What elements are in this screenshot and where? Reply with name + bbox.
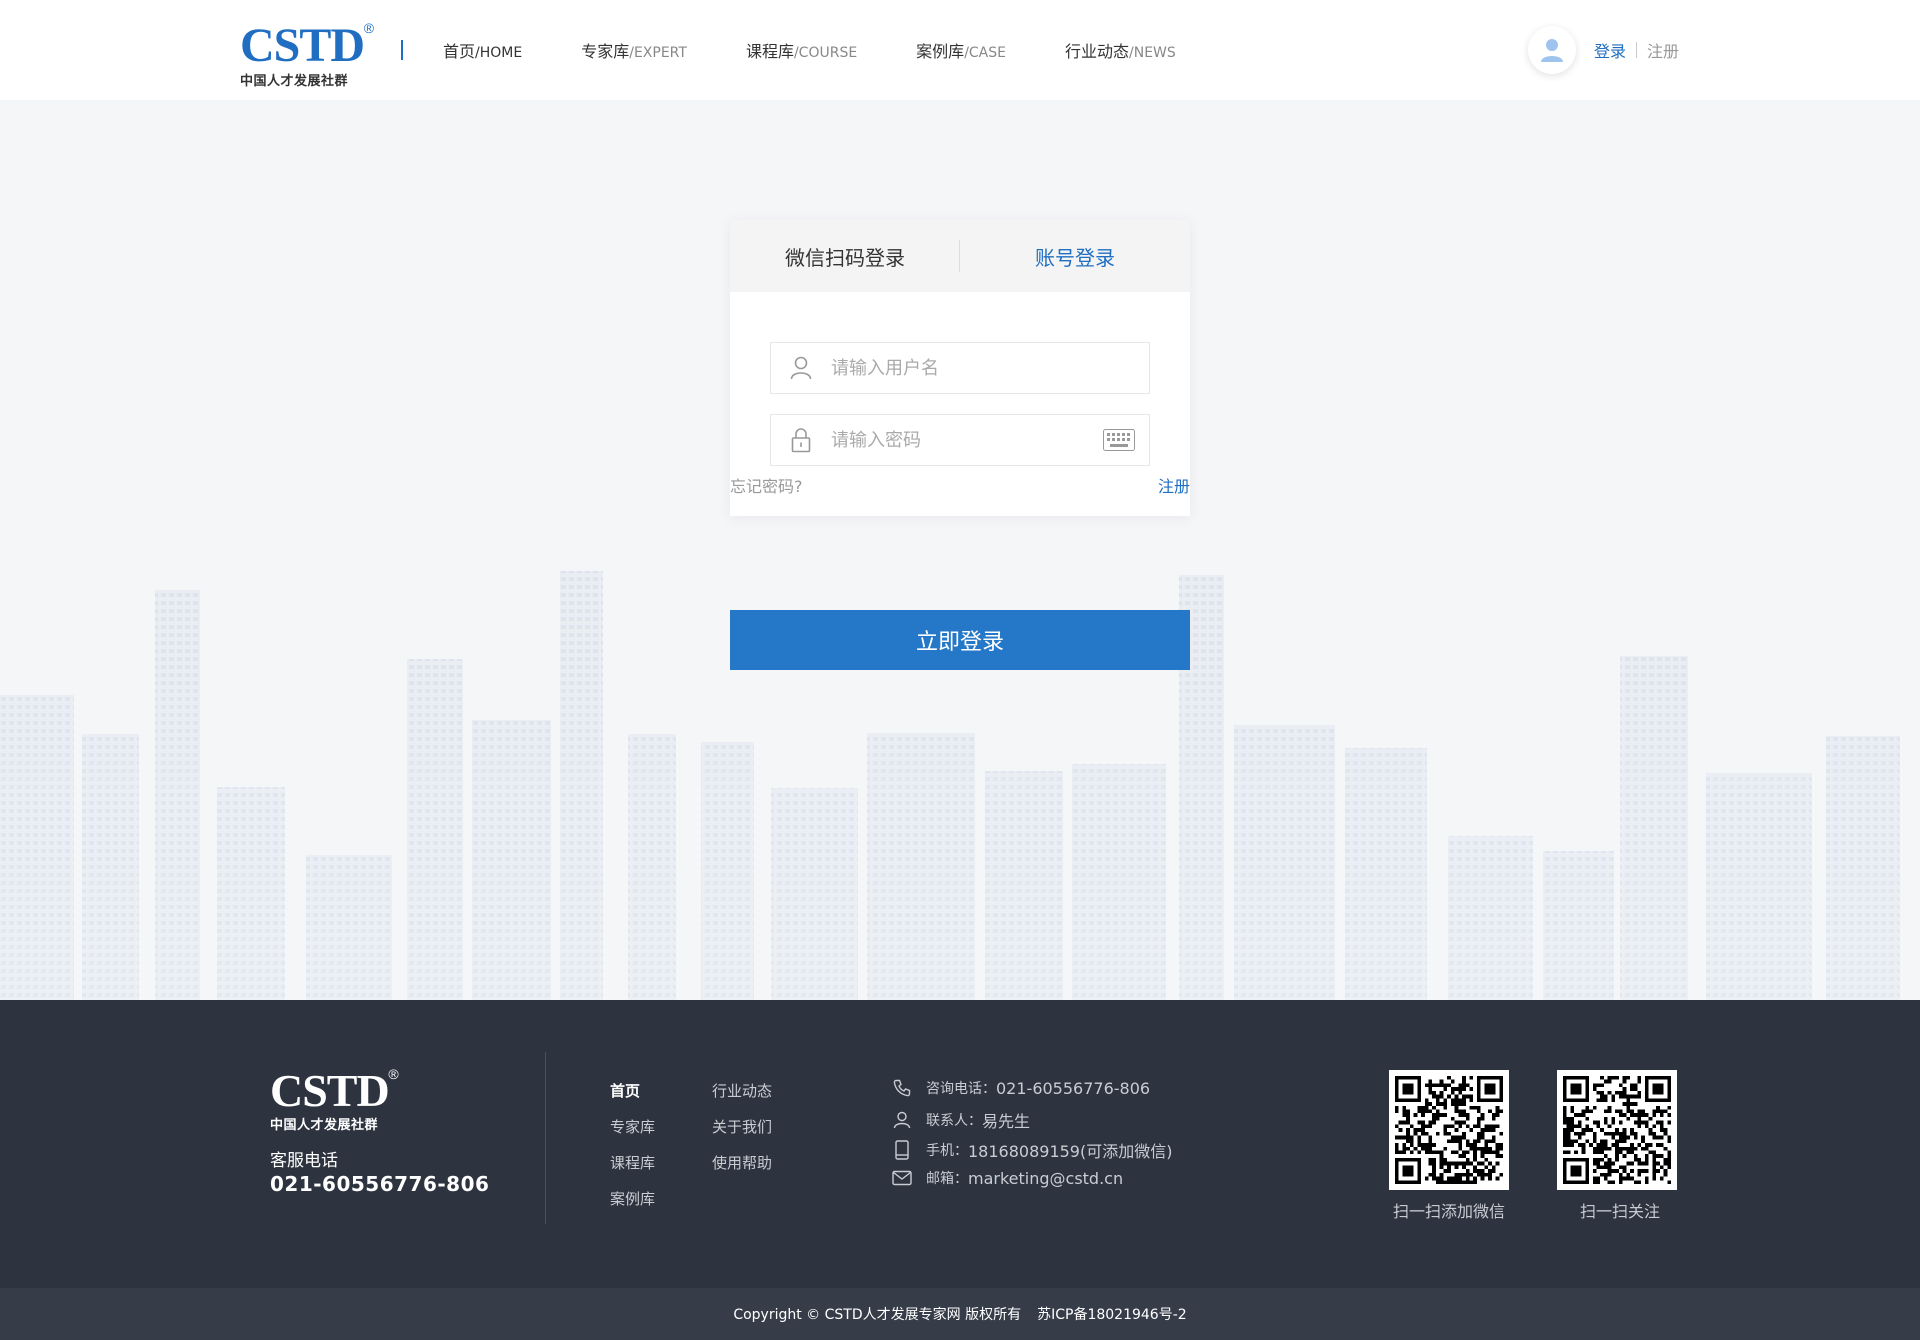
copyright-bar: Copyright © CSTD人才发展专家网 版权所有 苏ICP备180219… — [0, 1288, 1920, 1340]
avatar[interactable] — [1527, 26, 1576, 74]
tab-separator — [959, 240, 960, 272]
logo-subtitle: 中国人才发展社群 — [240, 74, 349, 89]
footer-nav-home[interactable]: 首页 — [610, 1080, 640, 1101]
password-field — [770, 414, 1150, 466]
mobile-icon — [892, 1140, 912, 1160]
user-icon — [771, 356, 831, 380]
nav-item-case[interactable]: 案例库/CASE — [916, 38, 1006, 62]
user-area: 登录 注册 — [1527, 26, 1679, 74]
footer-logo-text: CSTD — [270, 1065, 390, 1116]
header-login-link[interactable]: 登录 — [1594, 38, 1626, 62]
footer-nav-course[interactable]: 课程库 — [610, 1152, 655, 1173]
login-card: 微信扫码登录 账号登录 — [730, 220, 1190, 516]
nav-item-news[interactable]: 行业动态/NEWS — [1065, 38, 1176, 62]
site-footer: CSTD ® 中国人才发展社群 客服电话 021-60556776-806 首页… — [0, 1000, 1920, 1288]
username-input[interactable] — [831, 357, 1149, 379]
contact-consult-phone: 咨询电话： 021-60556776-806 — [892, 1078, 1150, 1098]
logo-registered-mark: ® — [363, 20, 375, 36]
person-icon — [892, 1110, 912, 1130]
nav-divider — [401, 40, 403, 60]
nav-item-expert[interactable]: 专家库/EXPERT — [581, 38, 687, 62]
user-avatar-icon — [1540, 39, 1563, 62]
footer-nav-news[interactable]: 行业动态 — [712, 1080, 772, 1101]
follow-qr-code — [1557, 1070, 1677, 1190]
footer-divider — [545, 1052, 546, 1224]
nav-item-home[interactable]: 首页/HOME — [443, 38, 522, 62]
mail-icon — [892, 1168, 912, 1188]
footer-nav-help[interactable]: 使用帮助 — [712, 1152, 772, 1173]
nav-item-course[interactable]: 课程库/COURSE — [746, 38, 857, 62]
header-register-link[interactable]: 注册 — [1647, 38, 1679, 62]
service-phone-label: 客服电话 — [270, 1151, 338, 1171]
login-tabs: 微信扫码登录 账号登录 — [730, 220, 1190, 292]
user-separator — [1635, 42, 1637, 58]
wechat-qr-caption: 扫一扫添加微信 — [1392, 1202, 1505, 1221]
footer-logo-subtitle: 中国人才发展社群 — [270, 1118, 379, 1133]
keyboard-icon[interactable] — [1103, 429, 1135, 451]
logo-text: CSTD — [240, 19, 365, 72]
contact-mobile: 手机： 18168089159(可添加微信) — [892, 1138, 1172, 1162]
forgot-password-link[interactable]: 忘记密码? — [730, 473, 803, 497]
contact-person: 联系人： 易先生 — [892, 1108, 1030, 1132]
copyright-text: Copyright © CSTD人才发展专家网 版权所有 — [733, 1307, 1022, 1323]
tab-wechat-login[interactable]: 微信扫码登录 — [730, 242, 960, 271]
footer-logo-registered-mark: ® — [388, 1066, 399, 1082]
tab-account-login[interactable]: 账号登录 — [960, 242, 1190, 271]
lock-icon — [771, 427, 831, 453]
login-submit-button[interactable]: 立即登录 — [730, 610, 1190, 670]
footer-nav-case[interactable]: 案例库 — [610, 1188, 655, 1209]
register-link[interactable]: 注册 — [1158, 473, 1190, 497]
wechat-qr-code — [1389, 1070, 1509, 1190]
header-logo[interactable]: CSTD ® 中国人才发展社群 — [240, 19, 374, 89]
footer-nav-about[interactable]: 关于我们 — [712, 1116, 772, 1137]
footer-logo[interactable]: CSTD ® 中国人才发展社群 — [270, 1065, 399, 1133]
contact-email: 邮箱： marketing@cstd.cn — [892, 1168, 1123, 1188]
password-input[interactable] — [831, 429, 1103, 451]
icp-text[interactable]: 苏ICP备18021946号-2 — [1037, 1304, 1187, 1324]
username-field — [770, 342, 1150, 394]
main-nav: 首页/HOME 专家库/EXPERT 课程库/COURSE 案例库/CASE 行… — [443, 0, 1235, 100]
follow-qr-caption: 扫一扫关注 — [1579, 1202, 1660, 1221]
footer-nav-expert[interactable]: 专家库 — [610, 1116, 655, 1137]
main-content: 微信扫码登录 账号登录 忘记密码? 注册 — [0, 100, 1920, 1000]
site-header: CSTD ® 中国人才发展社群 首页/HOME 专家库/EXPERT 课程库/C… — [0, 0, 1920, 100]
service-phone-number: 021-60556776-806 — [270, 1172, 490, 1196]
city-skyline-background — [0, 520, 1920, 1000]
phone-icon — [892, 1078, 912, 1098]
